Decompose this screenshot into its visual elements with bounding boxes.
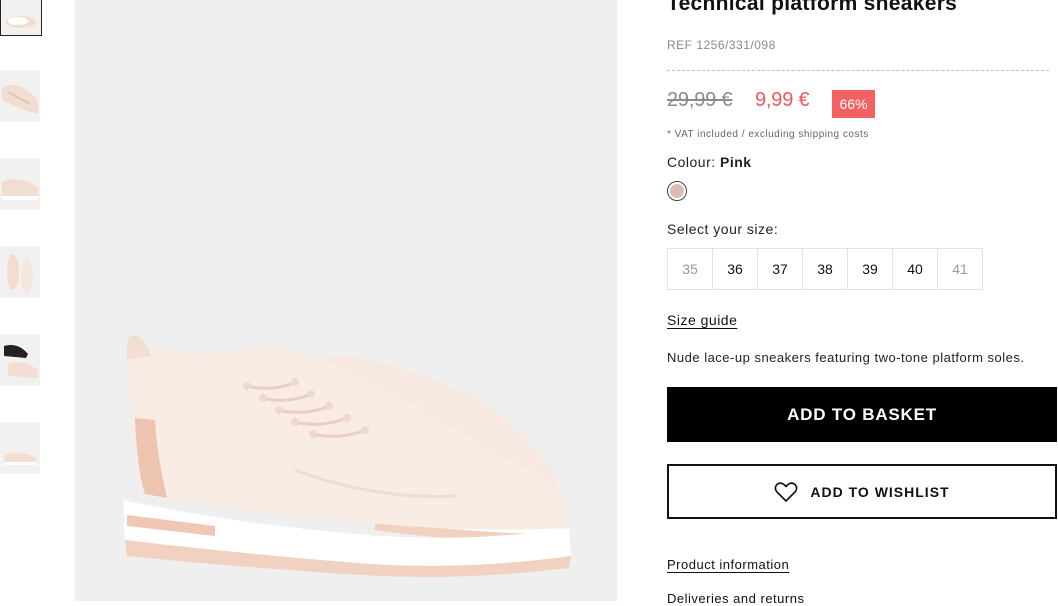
thumbnail-3[interactable]: [0, 158, 40, 210]
colour-label: Colour: Pink: [667, 154, 752, 170]
original-price: 29,99 €: [667, 89, 733, 111]
size-option[interactable]: 38: [802, 248, 848, 290]
colour-swatch-pink[interactable]: [667, 181, 687, 201]
sale-price: 9,99 €: [755, 89, 810, 111]
heart-icon: [774, 481, 798, 502]
size-option[interactable]: 36: [712, 248, 758, 290]
size-option[interactable]: 37: [757, 248, 803, 290]
wishlist-label: ADD TO WISHLIST: [810, 483, 950, 500]
product-title: Technical platform sneakers: [667, 0, 958, 15]
thumbnail-6[interactable]: [0, 422, 40, 474]
product-reference: REF 1256/331/098: [667, 38, 776, 52]
product-image[interactable]: [75, 0, 617, 601]
size-label: Select your size:: [667, 221, 779, 237]
product-information-link[interactable]: Product information: [667, 557, 789, 572]
thumbnail-4[interactable]: [0, 246, 40, 298]
colour-value: Pink: [720, 154, 752, 170]
size-selector: 35 36 37 38 39 40 41: [667, 248, 983, 290]
discount-badge: 66%: [832, 90, 875, 118]
divider: [667, 70, 1049, 71]
size-guide-link[interactable]: Size guide: [667, 312, 737, 328]
size-option[interactable]: 35: [667, 248, 713, 290]
swatch-fill: [670, 184, 684, 198]
sneaker-illustration: [123, 335, 571, 577]
thumbnail-2[interactable]: [0, 70, 40, 122]
colour-label-text: Colour:: [667, 154, 716, 170]
size-option[interactable]: 40: [892, 248, 938, 290]
add-to-wishlist-button[interactable]: ADD TO WISHLIST: [667, 464, 1057, 519]
thumbnail-1[interactable]: [0, 0, 42, 36]
add-to-basket-button[interactable]: ADD TO BASKET: [667, 387, 1057, 442]
size-option[interactable]: 39: [847, 248, 893, 290]
thumbnail-5[interactable]: [0, 334, 40, 386]
deliveries-returns-link[interactable]: Deliveries and returns: [667, 591, 804, 606]
product-description: Nude lace-up sneakers featuring two-tone…: [667, 350, 1025, 365]
vat-note: * VAT included / excluding shipping cost…: [667, 129, 869, 140]
size-option[interactable]: 41: [937, 248, 983, 290]
